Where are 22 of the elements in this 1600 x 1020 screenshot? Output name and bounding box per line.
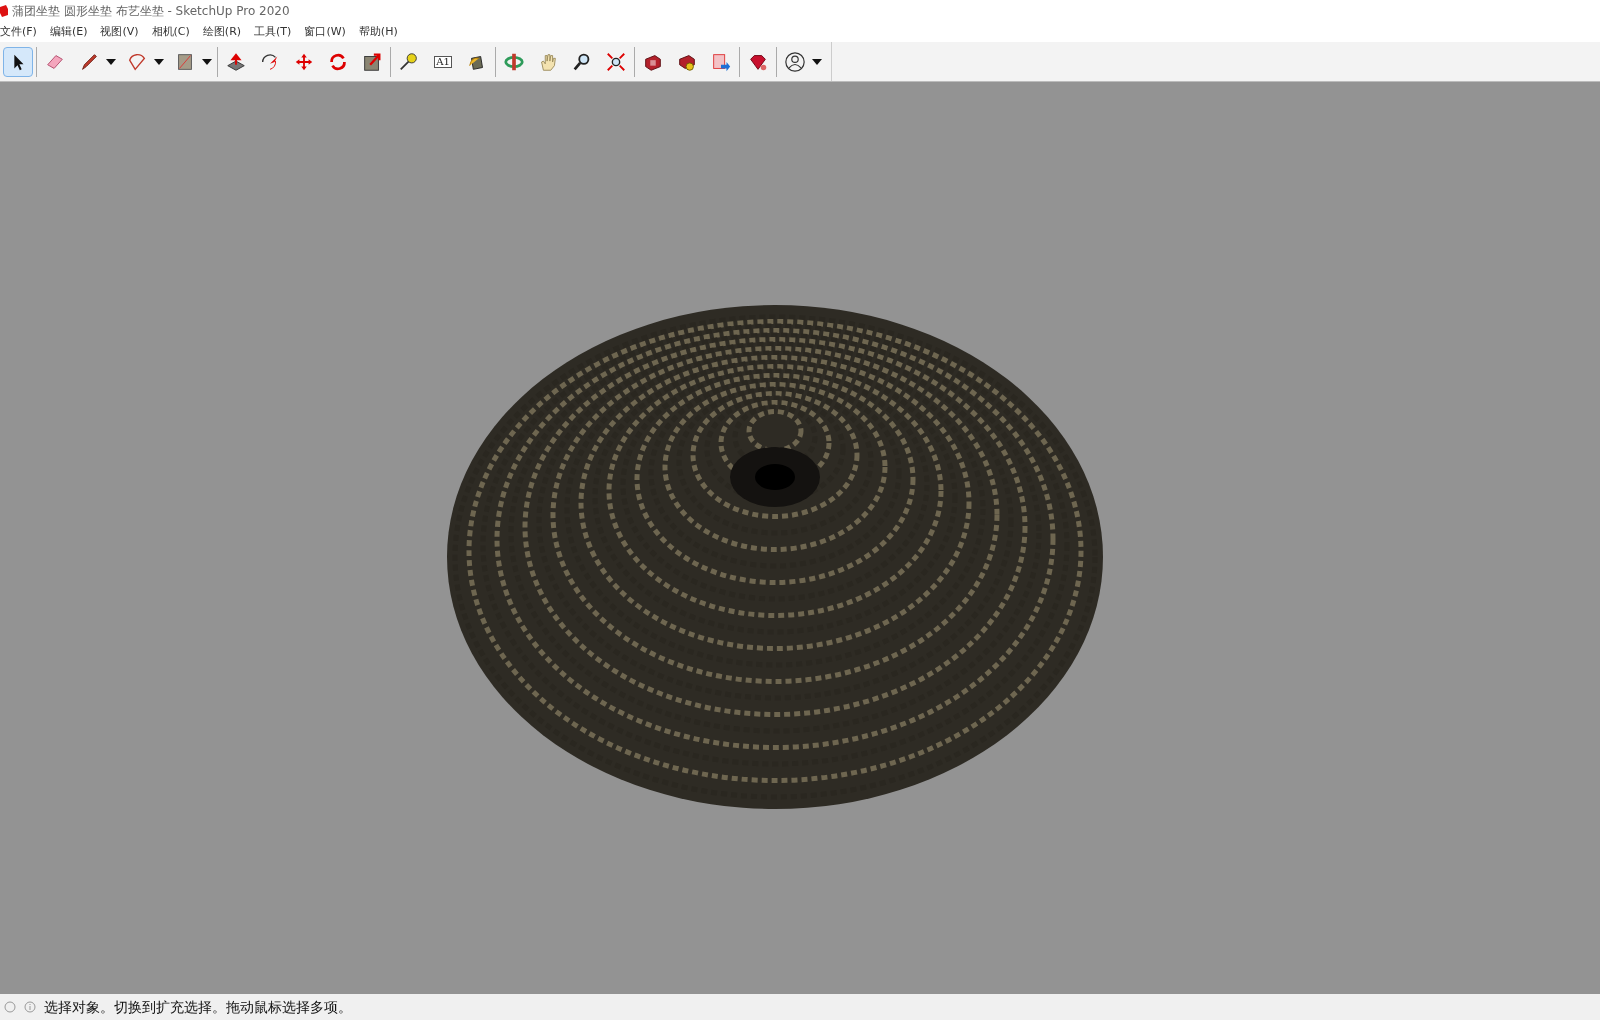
caret-icon[interactable] [106, 58, 116, 65]
menu-item[interactable]: 视图(V) [100, 23, 139, 41]
text-label-icon: A1 [434, 55, 452, 68]
menu-item[interactable]: 文件(F) [0, 23, 37, 41]
select-tool-button[interactable] [3, 46, 33, 77]
menu-item[interactable]: 帮助(H) [358, 23, 398, 41]
app-logo-icon [0, 5, 8, 17]
menu-item[interactable]: 绘图(R) [202, 23, 242, 41]
tool-button[interactable]: A1 [428, 46, 458, 77]
window-title: 蒲团坐垫 圆形坐垫 布艺坐垫 - SketchUp Pro 2020 [12, 3, 290, 20]
menu-item[interactable]: 窗口(W) [304, 23, 346, 41]
model-viewport[interactable] [0, 82, 1600, 994]
menu-item[interactable]: 相机(C) [151, 23, 190, 41]
status-message: 选择对象。切换到扩充选择。拖动鼠标选择多项。 [44, 997, 352, 1017]
caret-icon[interactable] [202, 58, 212, 65]
menu-item[interactable]: 工具(T) [254, 23, 292, 41]
caret-icon[interactable] [154, 58, 164, 65]
zoom-extents-icon [605, 50, 627, 73]
caret-icon[interactable] [812, 58, 822, 65]
user-icon [784, 50, 806, 73]
tape-measure-icon [398, 50, 420, 73]
menu-item[interactable]: 编辑(E) [49, 23, 88, 41]
